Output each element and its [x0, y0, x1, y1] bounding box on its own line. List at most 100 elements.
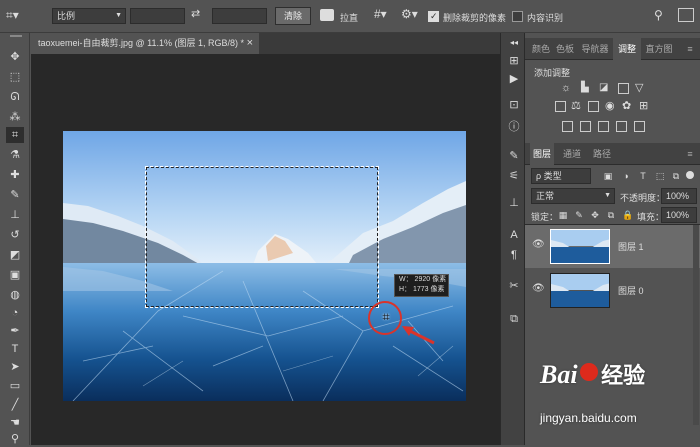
straighten-icon[interactable]	[320, 9, 334, 21]
crop-selection-box[interactable]	[145, 166, 379, 308]
info-panel-icon[interactable]: ⓘ	[506, 119, 522, 135]
photo-filter-icon[interactable]: ◉	[605, 99, 615, 112]
clone-stamp-tool-icon[interactable]: ⊥	[6, 207, 24, 223]
document-tab[interactable]: taoxuemei-自由裁剪.jpg @ 11.1% (图层 1, RGB/8)…	[31, 33, 259, 54]
delete-cropped-checkbox[interactable]	[428, 11, 439, 22]
hue-saturation-icon[interactable]	[555, 101, 566, 112]
swap-dimensions-icon[interactable]: ⇄	[191, 7, 205, 23]
black-white-icon[interactable]	[588, 101, 599, 112]
tab-paths[interactable]: 路径	[590, 143, 614, 165]
rectangle-tool-icon[interactable]: ▭	[6, 378, 24, 394]
filter-pixel-icon[interactable]: ▣	[603, 171, 613, 181]
search-icon[interactable]: ⚲	[654, 8, 668, 22]
threshold-icon[interactable]	[598, 121, 609, 132]
expand-panels-icon[interactable]: ◂◂	[506, 35, 522, 51]
panel-menu-icon[interactable]: ≡	[683, 38, 697, 60]
brush-panel-icon[interactable]: ✎	[506, 148, 522, 164]
clear-button[interactable]: 清除	[275, 7, 311, 25]
filter-smart-icon[interactable]: ⧉	[671, 171, 681, 181]
panel-menu-icon[interactable]: ≡	[683, 143, 697, 165]
lock-all-icon[interactable]: 🔒	[622, 210, 633, 220]
opacity-input[interactable]: 100%	[661, 188, 697, 204]
ratio-width-input[interactable]	[130, 8, 185, 24]
annotation-arrow-icon	[402, 326, 435, 345]
layer-row[interactable]: 👁 图层 0	[525, 269, 700, 312]
adjustments-title: 添加调整	[534, 68, 571, 78]
clone-source-icon[interactable]: ⊥	[506, 195, 522, 211]
eye-icon[interactable]: 👁	[532, 239, 545, 250]
tab-swatches[interactable]: 色板	[554, 38, 576, 60]
lasso-tool-icon[interactable]: ᘏ	[6, 89, 24, 105]
layer-filter-dropdown[interactable]: ρ 类型	[531, 168, 591, 184]
invert-icon[interactable]	[562, 121, 573, 132]
history-brush-tool-icon[interactable]: ↺	[6, 227, 24, 243]
crop-size-tooltip: W： 2920 像素 H： 1773 像素	[394, 274, 449, 297]
exposure-icon[interactable]	[618, 83, 629, 94]
tab-histogram[interactable]: 直方图	[644, 38, 674, 60]
path-selection-tool-icon[interactable]: ➤	[6, 359, 24, 375]
magic-wand-tool-icon[interactable]: ⁂	[6, 109, 24, 125]
dodge-tool-icon[interactable]: ◔	[6, 305, 24, 321]
eye-icon[interactable]: 👁	[532, 283, 545, 294]
3d-panel-icon[interactable]: ⧉	[506, 311, 522, 327]
layer-row[interactable]: 👁 图层 1	[525, 225, 700, 268]
pen-tool-icon[interactable]: ✒	[6, 323, 24, 339]
brightness-icon[interactable]: ☼	[561, 82, 571, 94]
history-panel-icon[interactable]: ⊞	[506, 53, 522, 69]
filter-shape-icon[interactable]: ⬚	[655, 171, 665, 181]
character-panel-icon[interactable]: A	[506, 227, 522, 243]
filter-adjustment-icon[interactable]: ◑	[621, 171, 631, 181]
hand-tool-icon[interactable]: ☚	[6, 415, 24, 431]
panel-grip[interactable]	[10, 35, 22, 37]
channel-mixer-icon[interactable]: ✿	[622, 99, 631, 112]
chevron-down-icon: ▼	[115, 12, 122, 19]
gradient-tool-icon[interactable]: ▣	[6, 267, 24, 283]
vibrance-icon[interactable]: ▽	[635, 81, 643, 94]
curves-icon[interactable]: ◪	[599, 82, 608, 93]
gradient-map-icon[interactable]	[616, 121, 627, 132]
workspace-icon[interactable]	[678, 8, 694, 22]
eraser-tool-icon[interactable]: ◩	[6, 247, 24, 263]
eyedropper-tool-icon[interactable]: ⚗	[6, 147, 24, 163]
type-tool-icon[interactable]: T	[6, 341, 24, 357]
color-balance-icon[interactable]: ⚖	[571, 99, 581, 112]
tab-layers[interactable]: 图层	[530, 143, 554, 165]
healing-brush-tool-icon[interactable]: ✚	[6, 167, 24, 183]
line-tool-icon[interactable]: ╱	[6, 397, 24, 413]
lock-artboard-icon[interactable]: ⧉	[606, 210, 616, 220]
filter-type-icon[interactable]: T	[638, 171, 648, 181]
ratio-height-input[interactable]	[212, 8, 267, 24]
actions-panel-icon[interactable]: ▶	[506, 71, 522, 87]
paragraph-panel-icon[interactable]: ¶	[506, 247, 522, 263]
properties-panel-icon[interactable]: ⊡	[506, 97, 522, 113]
blur-tool-icon[interactable]: ◍	[6, 287, 24, 303]
filter-toggle[interactable]	[686, 171, 694, 179]
selective-color-icon[interactable]	[634, 121, 645, 132]
overlay-grid-icon[interactable]: #▾	[374, 7, 392, 23]
marquee-tool-icon[interactable]: ⬚	[6, 69, 24, 85]
ratio-dropdown[interactable]: 比例 ▼	[52, 8, 126, 24]
crop-tool-icon[interactable]: ⌗	[6, 127, 24, 143]
tab-navigator[interactable]: 导航器	[579, 38, 611, 60]
straighten-label[interactable]: 拉直	[340, 11, 358, 24]
blend-mode-dropdown[interactable]: 正常 ▼	[531, 188, 615, 204]
levels-icon[interactable]: ▙	[581, 82, 589, 93]
posterize-icon[interactable]	[580, 121, 591, 132]
delete-cropped-label: 删除裁剪的像素	[443, 13, 507, 23]
lock-pixels-icon[interactable]: ✎	[574, 210, 584, 220]
lock-transparent-icon[interactable]: ▦	[558, 210, 568, 220]
lock-position-icon[interactable]: ✥	[590, 210, 600, 220]
tab-color[interactable]: 颜色	[530, 38, 552, 60]
tab-channels[interactable]: 通道	[560, 143, 584, 165]
brush-presets-icon[interactable]: ⚟	[506, 168, 522, 184]
tab-adjustments[interactable]: 调整	[613, 38, 641, 60]
close-icon[interactable]: ×	[247, 33, 253, 54]
content-aware-checkbox[interactable]	[512, 11, 523, 22]
move-tool-icon[interactable]: ✥	[6, 49, 24, 65]
fill-input[interactable]: 100%	[661, 207, 697, 223]
gear-icon[interactable]: ⚙▾	[401, 7, 418, 23]
color-lookup-icon[interactable]: ⊞	[639, 99, 648, 112]
brush-tool-icon[interactable]: ✎	[6, 187, 24, 203]
crop-tool-preset-icon[interactable]: ⌗▾	[6, 8, 36, 24]
tool-presets-icon[interactable]: ✂	[506, 278, 522, 294]
